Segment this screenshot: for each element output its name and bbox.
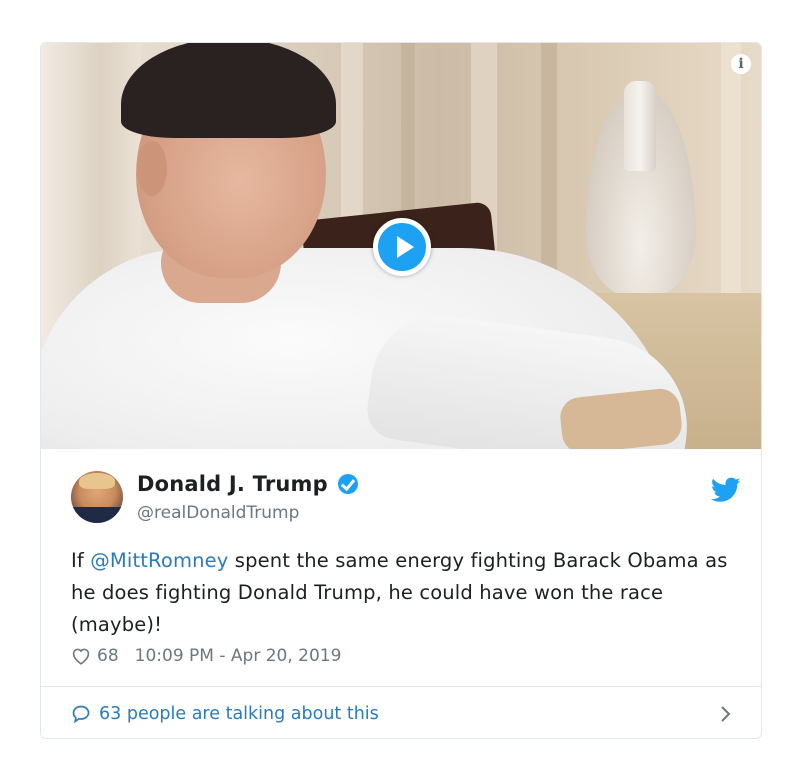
- heart-icon[interactable]: [71, 647, 91, 665]
- tweet-header: Donald J. Trump @realDonaldTrump: [71, 471, 741, 527]
- divider: [41, 686, 761, 687]
- like-count[interactable]: 68: [97, 646, 119, 666]
- user-handle[interactable]: @realDonaldTrump: [137, 503, 299, 523]
- tweet-text: If @MittRomney spent the same energy fig…: [71, 545, 751, 641]
- man-ear: [137, 141, 167, 196]
- speech-bubble-icon: [72, 705, 90, 724]
- chevron-right-icon[interactable]: [719, 704, 733, 724]
- display-name[interactable]: Donald J. Trump: [137, 472, 328, 496]
- verified-badge-icon: [337, 474, 358, 494]
- name-row: Donald J. Trump: [137, 472, 358, 496]
- timestamp-link[interactable]: 10:09 PM - Apr 20, 2019: [135, 646, 342, 666]
- man-hair: [121, 43, 336, 138]
- play-icon[interactable]: [373, 218, 431, 276]
- vase-neck: [624, 81, 656, 171]
- tweet-embed-card[interactable]: i Donald J. Trump @realDonaldTrump If @M…: [40, 42, 762, 739]
- video-thumbnail[interactable]: i: [41, 43, 761, 449]
- info-icon[interactable]: i: [731, 54, 751, 74]
- tweet-meta: 68 10:09 PM - Apr 20, 2019: [71, 646, 341, 666]
- talking-count[interactable]: 63 people are talking about this: [99, 704, 379, 724]
- avatar[interactable]: [71, 471, 123, 523]
- twitter-bird-icon[interactable]: [711, 477, 741, 503]
- mention-link[interactable]: @MittRomney: [90, 549, 228, 572]
- conversation-link[interactable]: 63 people are talking about this: [71, 700, 733, 728]
- tweet-text-prefix: If: [71, 549, 91, 572]
